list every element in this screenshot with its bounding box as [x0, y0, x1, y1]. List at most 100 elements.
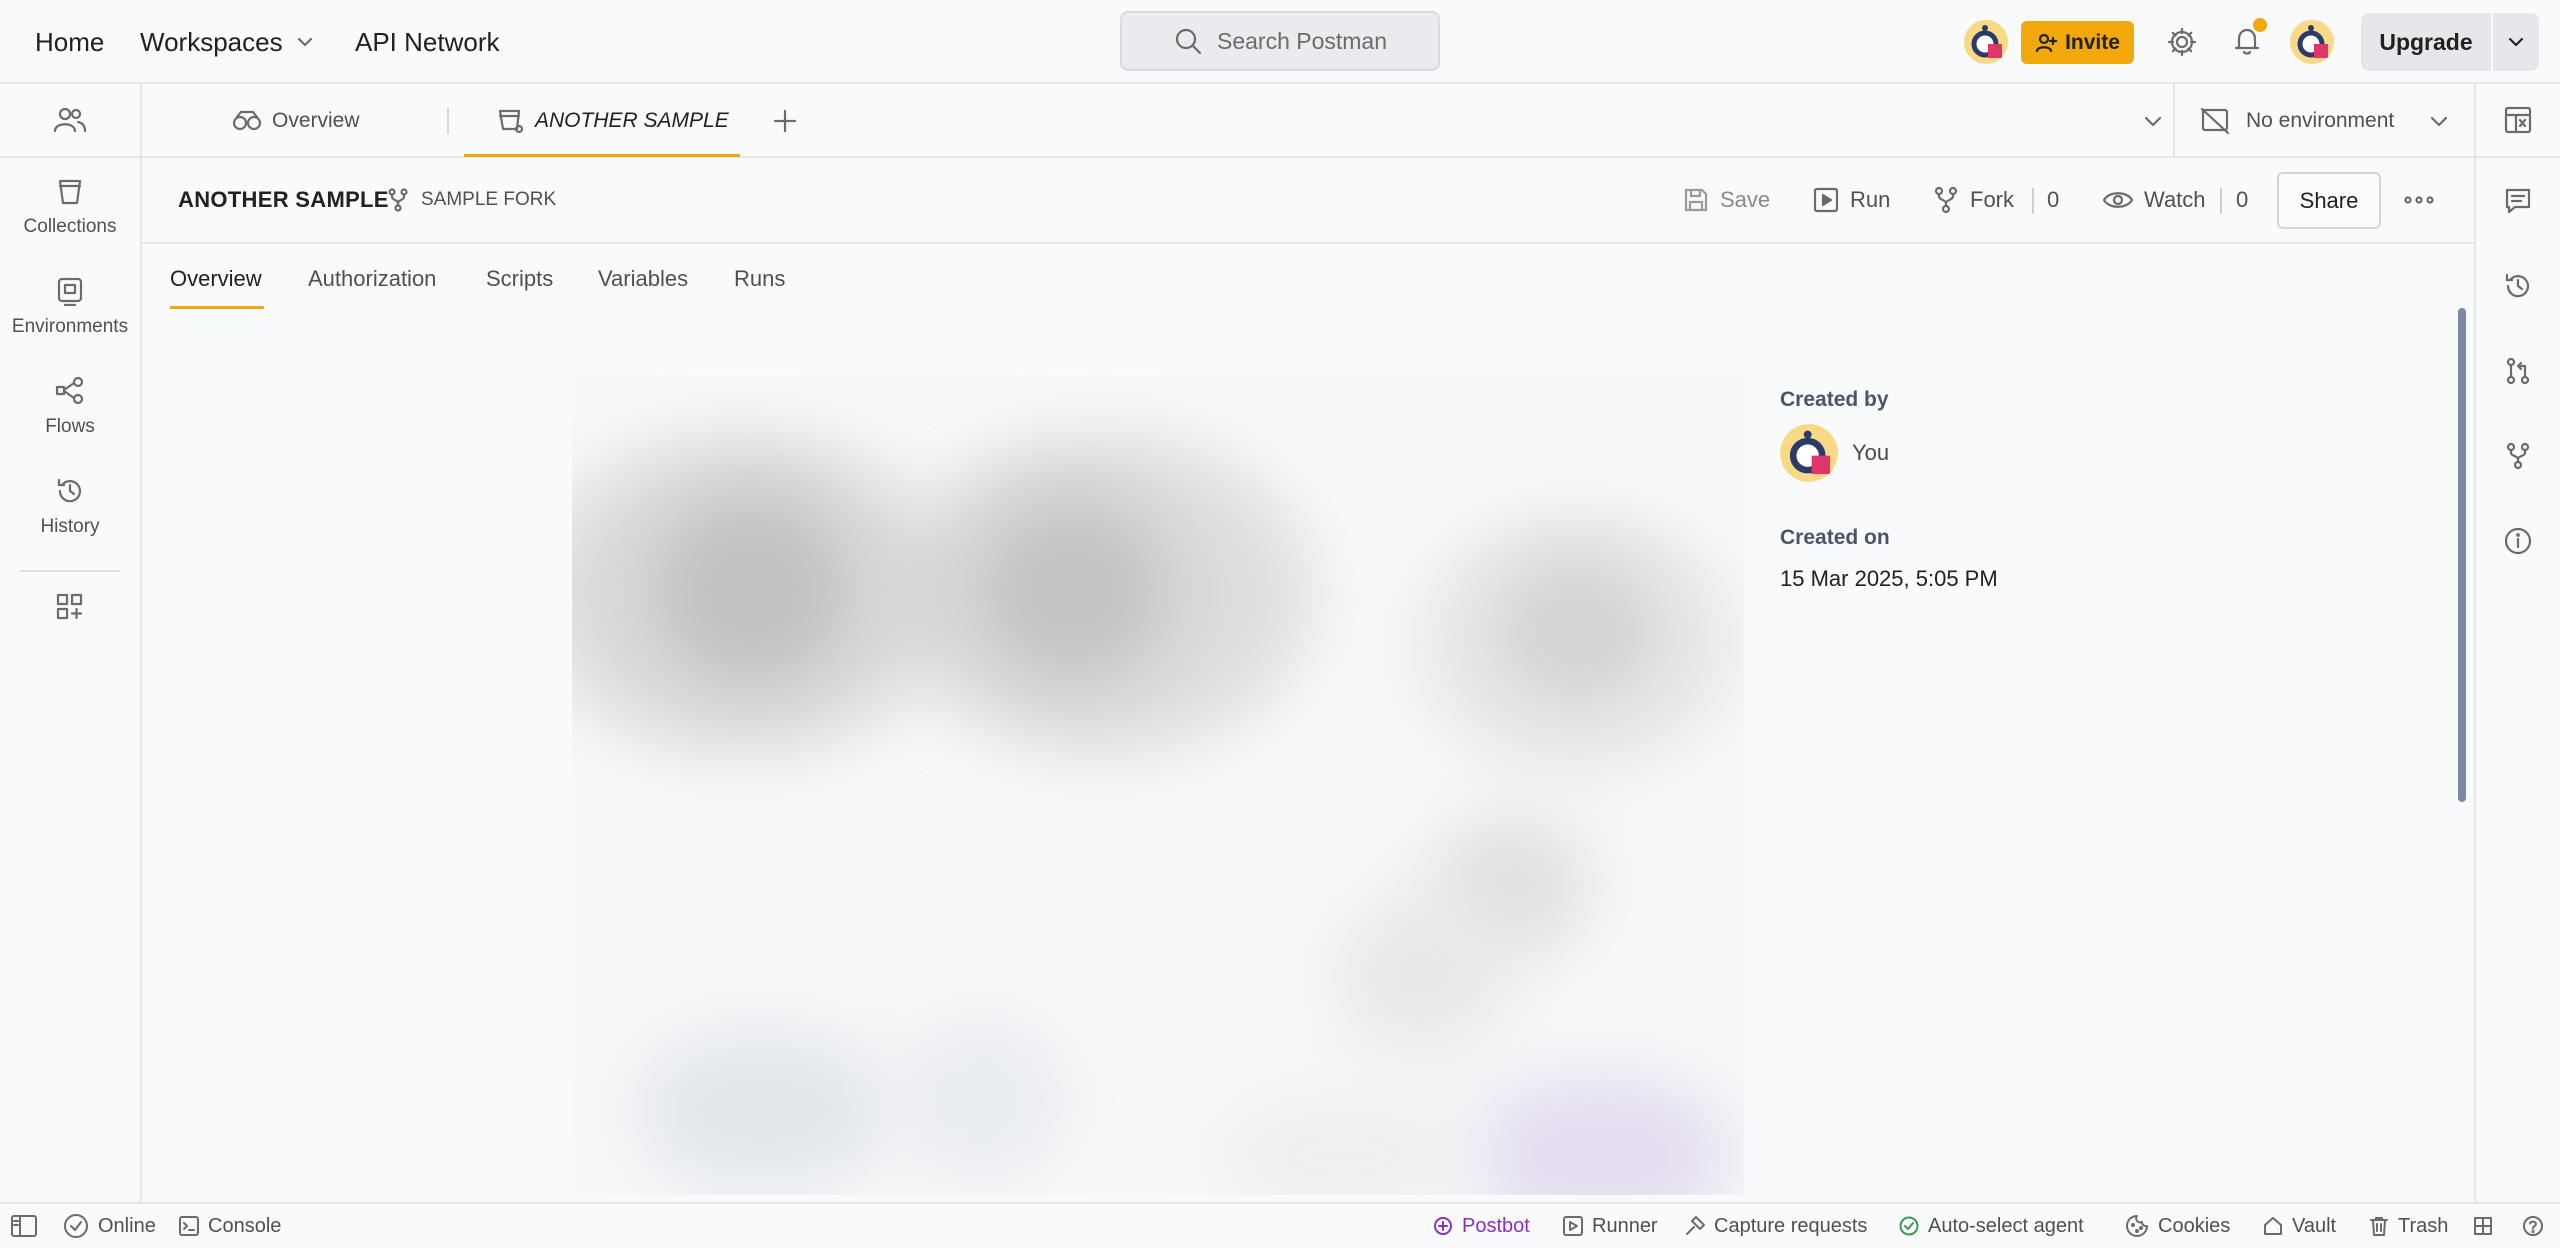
status-bar: Online Console Postbot Runner Capture re…	[0, 1202, 2560, 1248]
changelog-button[interactable]	[2476, 243, 2560, 328]
environment-selector[interactable]: No environment	[2200, 84, 2450, 158]
trash-label: Trash	[2398, 1214, 2449, 1237]
subtab-variables[interactable]: Variables	[598, 266, 688, 292]
flows-icon	[55, 376, 85, 406]
invite-label: Invite	[2065, 30, 2120, 54]
console-icon	[178, 1215, 200, 1237]
nav-api-network[interactable]: API Network	[355, 0, 500, 84]
run-button[interactable]: Run	[1812, 158, 1890, 242]
invite-button[interactable]: Invite	[2021, 21, 2134, 64]
postbot-label: Postbot	[1462, 1214, 1530, 1237]
sidebar-divider	[20, 570, 120, 572]
forks-button[interactable]	[2476, 413, 2560, 498]
layout-button[interactable]	[2472, 1204, 2494, 1248]
collection-title[interactable]: ANOTHER SAMPLE	[178, 158, 389, 242]
upgrade-label: Upgrade	[2379, 28, 2473, 55]
subtab-authorization[interactable]: Authorization	[308, 266, 436, 292]
run-icon	[1812, 186, 1840, 214]
sidebar-item-history[interactable]: History	[0, 458, 140, 558]
subtab-overview[interactable]: Overview	[170, 266, 262, 292]
add-widget-icon	[55, 592, 85, 622]
created-by-label: Created by	[1780, 388, 1889, 411]
capture-requests-button[interactable]: Capture requests	[1684, 1204, 1867, 1248]
fork-icon	[387, 188, 409, 212]
environments-icon	[55, 276, 85, 306]
eye-icon	[2102, 187, 2134, 213]
agent-selector[interactable]: Auto-select agent	[1898, 1204, 2084, 1248]
check-circle-icon	[1898, 1215, 1920, 1237]
overview-icon	[232, 110, 262, 132]
created-on-label: Created on	[1780, 526, 1890, 549]
share-button[interactable]: Share	[2277, 172, 2381, 229]
online-status[interactable]: Online	[62, 1204, 156, 1248]
search-icon	[1173, 26, 1203, 56]
environment-quick-look[interactable]	[2476, 84, 2560, 158]
sidebar-item-flows[interactable]: Flows	[0, 358, 140, 458]
check-circle-icon	[62, 1212, 90, 1240]
tab-overview-label: Overview	[272, 109, 360, 132]
help-button[interactable]	[2522, 1204, 2544, 1248]
creator-avatar[interactable]	[1780, 424, 1838, 482]
watch-count[interactable]: 0	[2236, 158, 2248, 242]
blurred-shape	[1472, 1075, 1732, 1195]
fork-button[interactable]: Fork	[1932, 158, 2014, 242]
postbot-button[interactable]: Postbot	[1432, 1204, 1530, 1248]
info-icon	[2503, 526, 2533, 556]
settings-gear-icon[interactable]	[2166, 26, 2198, 58]
created-on-value: 15 Mar 2025, 5:05 PM	[1780, 566, 1998, 591]
sidebar-item-environments[interactable]: Environments	[0, 258, 140, 358]
nav-workspaces[interactable]: Workspaces	[140, 0, 315, 84]
watch-button[interactable]: Watch	[2102, 158, 2206, 242]
chevron-down-icon	[2428, 110, 2450, 132]
sidebar-item-label: Environments	[11, 316, 129, 337]
nav-home-label: Home	[35, 26, 105, 57]
online-label: Online	[98, 1214, 156, 1237]
fork-source-link[interactable]: SAMPLE FORK	[387, 158, 556, 242]
capture-label: Capture requests	[1714, 1214, 1868, 1237]
nav-home[interactable]: Home	[35, 0, 104, 84]
blurred-shape	[892, 1015, 1072, 1185]
subtab-scripts[interactable]: Scripts	[486, 266, 553, 292]
blurred-shape	[892, 435, 1312, 755]
subtab-runs[interactable]: Runs	[734, 266, 785, 292]
team-avatar[interactable]	[1964, 20, 2008, 64]
vertical-scrollbar[interactable]	[2458, 308, 2466, 802]
notification-dot	[2253, 18, 2267, 32]
trash-button[interactable]: Trash	[2368, 1204, 2448, 1248]
upgrade-button[interactable]: Upgrade	[2361, 13, 2539, 71]
created-by-name[interactable]: You	[1852, 440, 1889, 466]
action-separator	[2220, 188, 2222, 214]
environment-quick-look-icon	[2503, 105, 2533, 135]
cookies-button[interactable]: Cookies	[2124, 1204, 2230, 1248]
chevron-down-icon[interactable]	[2493, 32, 2539, 52]
pull-request-icon	[2503, 356, 2533, 386]
comments-button[interactable]	[2476, 158, 2560, 243]
sidebar-item-collections[interactable]: Collections	[0, 158, 140, 258]
console-label: Console	[208, 1214, 282, 1237]
new-tab-button[interactable]	[772, 84, 798, 158]
save-button[interactable]: Save	[1682, 158, 1770, 242]
fork-count[interactable]: 0	[2047, 158, 2059, 242]
tab-overview[interactable]: Overview	[232, 84, 360, 158]
info-button[interactable]	[2476, 498, 2560, 583]
toggle-sidebar-button[interactable]	[10, 1204, 38, 1248]
tab-list-dropdown[interactable]	[2142, 84, 2164, 158]
pull-requests-button[interactable]	[2476, 328, 2560, 413]
vault-label: Vault	[2292, 1214, 2337, 1237]
nav-api-network-label: API Network	[355, 26, 500, 57]
configure-sidebar-button[interactable]	[0, 592, 140, 622]
sidebar-item-label: Collections	[23, 216, 117, 237]
console-button[interactable]: Console	[178, 1204, 281, 1248]
collection-metadata: Created by You Created on 15 Mar 2025, 5…	[1780, 388, 2280, 592]
chevron-down-icon	[2142, 110, 2164, 132]
vault-button[interactable]: Vault	[2262, 1204, 2336, 1248]
team-members[interactable]	[0, 84, 140, 158]
search-input[interactable]: Search Postman	[1120, 11, 1440, 71]
runner-icon	[1562, 1215, 1584, 1237]
runner-button[interactable]: Runner	[1562, 1204, 1658, 1248]
more-options-icon[interactable]	[2404, 158, 2434, 242]
capture-icon	[1684, 1215, 1706, 1237]
fork-icon	[1932, 186, 1960, 214]
tab-another-sample[interactable]: ANOTHER SAMPLE	[497, 84, 729, 158]
user-avatar[interactable]	[2290, 20, 2334, 64]
